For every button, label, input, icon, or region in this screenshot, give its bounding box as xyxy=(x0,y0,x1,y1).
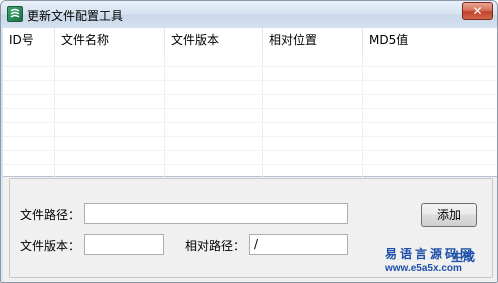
grid-row-line xyxy=(3,108,497,109)
relative-path-input[interactable]: / xyxy=(249,234,348,255)
app-icon xyxy=(7,6,23,22)
main-window: 更新文件配置工具 ✕ ID号 文件名称 文件版本 相对位置 MD5值 文件路径：… xyxy=(0,0,498,283)
grid-row-line xyxy=(3,66,497,67)
add-button[interactable]: 添加 xyxy=(421,203,477,227)
close-button[interactable]: ✕ xyxy=(462,2,493,20)
relative-path-label: 相对路径： xyxy=(185,239,246,253)
column-md5[interactable]: MD5值 xyxy=(363,28,497,53)
grid-row-line xyxy=(3,136,497,137)
column-relative-path[interactable]: 相对位置 xyxy=(263,28,363,53)
close-icon: ✕ xyxy=(472,4,483,18)
grid-row-line xyxy=(3,150,497,151)
file-list[interactable]: ID号 文件名称 文件版本 相对位置 MD5值 xyxy=(3,28,497,177)
grid-divider xyxy=(262,53,263,177)
title-bar[interactable]: 更新文件配置工具 ✕ xyxy=(1,1,497,28)
grid-divider xyxy=(164,53,165,177)
file-version-input[interactable] xyxy=(84,234,164,255)
grid-row-line xyxy=(3,122,497,123)
file-path-input[interactable] xyxy=(84,203,348,224)
grid-divider xyxy=(362,53,363,177)
file-path-label: 文件路径： xyxy=(20,208,81,222)
generate-button[interactable]: 生成 xyxy=(451,248,475,265)
list-header: ID号 文件名称 文件版本 相对位置 MD5值 xyxy=(3,28,497,53)
column-file-name[interactable]: 文件名称 xyxy=(55,28,165,53)
client-area: ID号 文件名称 文件版本 相对位置 MD5值 文件路径： 文件版本： 相对路径… xyxy=(3,28,497,282)
grid-divider xyxy=(54,53,55,177)
grid-row-line xyxy=(3,164,497,165)
grid-row-line xyxy=(3,94,497,95)
column-id[interactable]: ID号 xyxy=(3,28,55,53)
file-version-label: 文件版本： xyxy=(20,239,81,253)
grid-row-line xyxy=(3,80,497,81)
window-title: 更新文件配置工具 xyxy=(27,9,124,23)
column-file-version[interactable]: 文件版本 xyxy=(165,28,263,53)
